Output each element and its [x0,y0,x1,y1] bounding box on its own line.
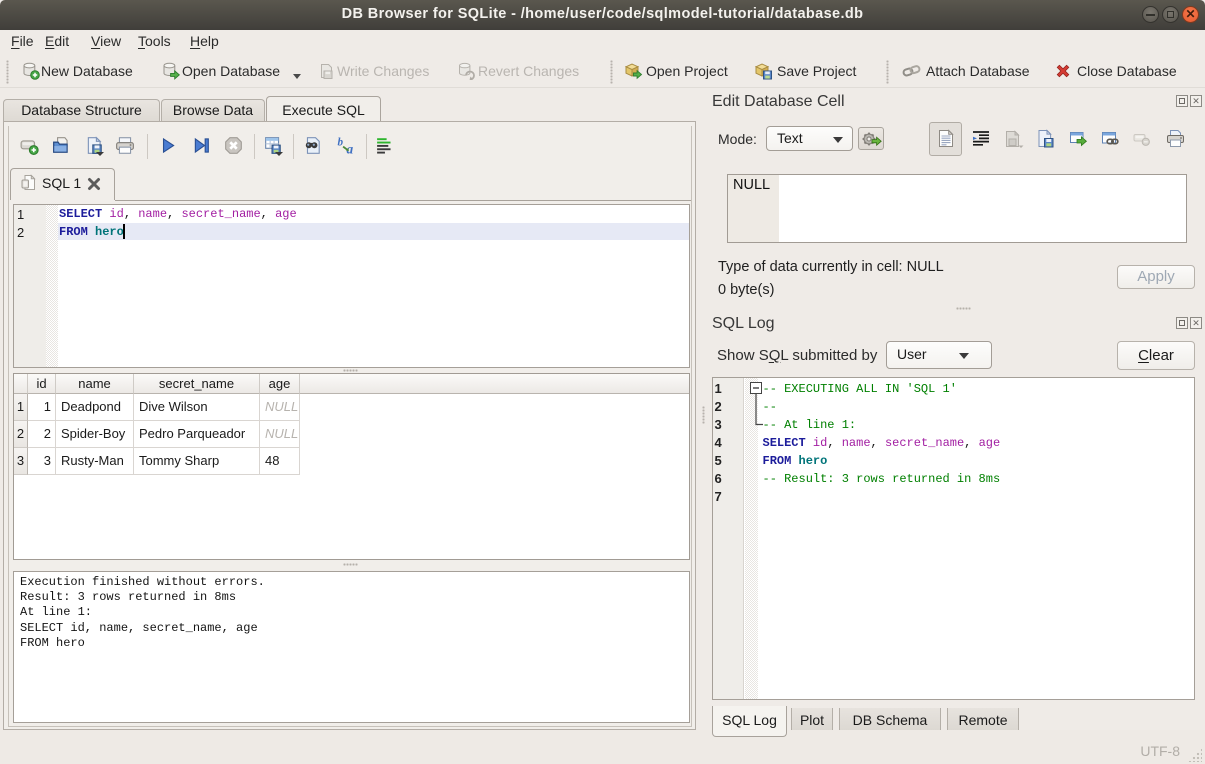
svg-text:b: b [338,137,344,149]
svg-text:a: a [346,141,353,155]
